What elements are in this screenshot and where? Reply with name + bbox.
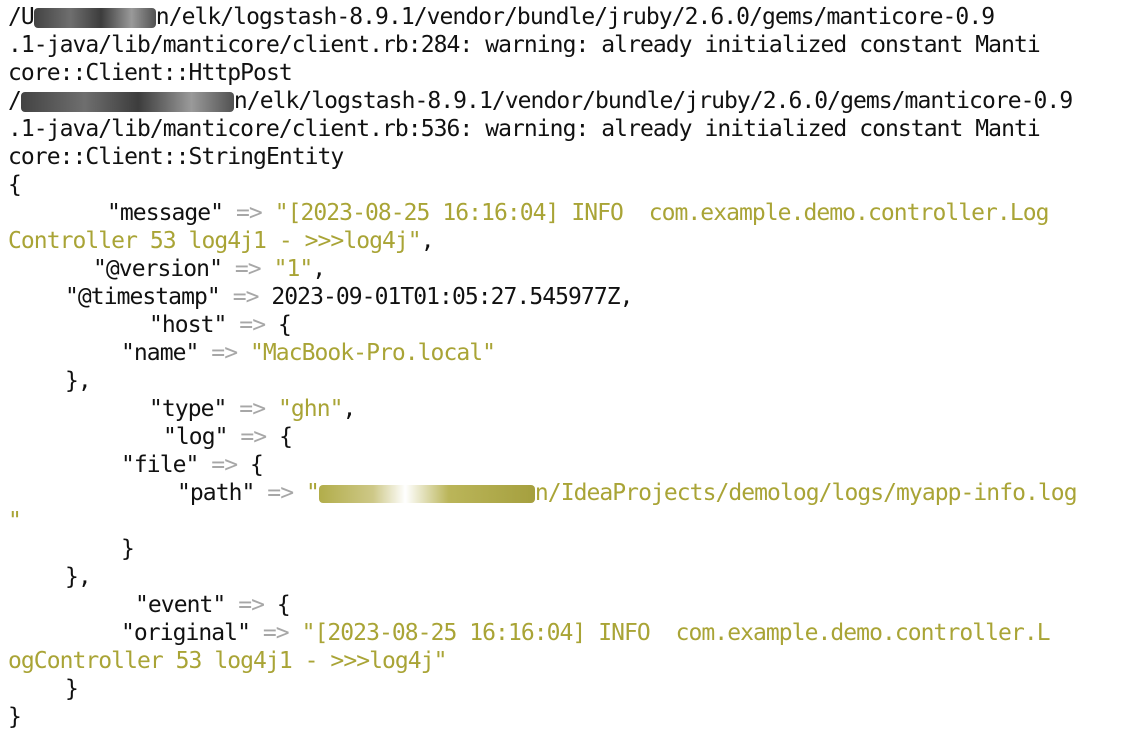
warning-line-5: .1-java/lib/manticore/client.rb:536: war… — [8, 116, 1041, 142]
path-line-cont: " — [8, 507, 22, 535]
type-value: "ghn" — [278, 396, 343, 422]
arrow: => — [267, 480, 294, 506]
log-close-brace: }, — [65, 564, 92, 590]
path-quote: " — [306, 480, 320, 506]
warning-line-1: /U n/elk/logstash-8.9.1/vendor/bundle/jru… — [8, 3, 995, 31]
close-brace: } — [8, 704, 22, 730]
file-line: "file" => { — [121, 451, 264, 479]
host-name-value: "MacBook-Pro.local" — [250, 340, 496, 366]
log-line: "log" => { — [163, 423, 293, 451]
arrow: => — [240, 424, 267, 450]
host-name-line: "name" => "MacBook-Pro.local" — [121, 339, 496, 367]
message-value-cont: Controller 53 log4j1 - >>>log4j" — [8, 228, 422, 254]
arrow: => — [234, 256, 262, 282]
version-value: "1" — [273, 256, 314, 282]
warning-path: n/elk/logstash-8.9.1/vendor/bundle/jruby… — [155, 4, 995, 30]
message-line: "message" => "[2023-08-25 16:16:04] INFO… — [107, 199, 1049, 227]
event-close-brace: } — [65, 676, 79, 702]
warning-line-6: core::Client::StringEntity — [8, 144, 344, 170]
path-line: "path" => " n/IdeaProjects/demolog/logs/m… — [177, 479, 1078, 507]
file-key: "file" — [121, 452, 199, 478]
comma: , — [342, 396, 357, 422]
timestamp-line: "@timestamp" => 2023-09-01T01:05:27.5459… — [65, 283, 633, 311]
original-line-cont: ogController 53 log4j1 - >>>log4j" — [8, 647, 447, 675]
warning-path: n/elk/logstash-8.9.1/vendor/bundle/jruby… — [233, 88, 1073, 114]
message-value: "[2023-08-25 16:16:04] INFO com.example.… — [274, 200, 1050, 226]
path-closing-quote: " — [8, 508, 22, 534]
arrow: => — [238, 592, 265, 618]
message-key: "message" — [107, 200, 224, 226]
host-line: "host" => { — [149, 311, 292, 339]
warning-path-start: /U — [8, 4, 35, 30]
type-line: "type" => "ghn", — [149, 395, 357, 423]
redacted-username-blur — [20, 91, 234, 112]
host-close-brace: }, — [65, 368, 92, 394]
event-open-brace: { — [276, 592, 291, 618]
warning-line-3: core::Client::HttpPost — [8, 60, 293, 86]
event-line: "event" => { — [135, 591, 291, 619]
event-key: "event" — [135, 592, 226, 618]
redacted-path-blur — [318, 484, 535, 503]
path-value: n/IdeaProjects/demolog/logs/myapp-info.l… — [534, 480, 1078, 506]
warning-line-2: .1-java/lib/manticore/client.rb:284: war… — [8, 32, 1041, 58]
redacted-username-blur — [33, 7, 156, 28]
open-brace: { — [8, 172, 22, 198]
host-name-key: "name" — [121, 340, 199, 366]
original-value-cont: ogController 53 log4j1 - >>>log4j" — [8, 648, 447, 674]
timestamp-key: "@timestamp" — [65, 284, 221, 310]
original-value: "[2023-08-25 16:16:04] INFO com.example.… — [301, 620, 1051, 646]
host-open-brace: { — [278, 312, 292, 338]
arrow: => — [239, 312, 266, 338]
original-key: "original" — [121, 620, 251, 646]
warning-line-4: / n/elk/logstash-8.9.1/vendor/bundle/jrub… — [8, 87, 1073, 115]
terminal-window[interactable]: /U n/elk/logstash-8.9.1/vendor/bundle/jru… — [0, 0, 1138, 730]
comma: , — [420, 228, 435, 254]
version-key: "@version" — [93, 256, 223, 282]
file-close-brace: } — [121, 536, 135, 562]
comma: , — [312, 256, 326, 282]
host-key: "host" — [149, 312, 227, 338]
log-open-brace: { — [279, 424, 293, 450]
path-key: "path" — [177, 480, 255, 506]
arrow: => — [262, 620, 290, 646]
arrow: => — [211, 452, 238, 478]
log-key: "log" — [163, 424, 228, 450]
message-line-cont: Controller 53 log4j1 - >>>log4j", — [8, 227, 435, 255]
version-line: "@version" => "1", — [93, 255, 326, 283]
original-line: "original" => "[2023-08-25 16:16:04] INF… — [121, 619, 1051, 647]
timestamp-value: 2023-09-01T01:05:27.545977Z, — [271, 284, 633, 310]
type-key: "type" — [149, 396, 227, 422]
file-open-brace: { — [250, 452, 264, 478]
arrow: => — [232, 284, 260, 310]
arrow: => — [211, 340, 238, 366]
arrow: => — [239, 396, 266, 422]
warning-path-start: / — [8, 88, 22, 114]
arrow: => — [235, 200, 263, 226]
